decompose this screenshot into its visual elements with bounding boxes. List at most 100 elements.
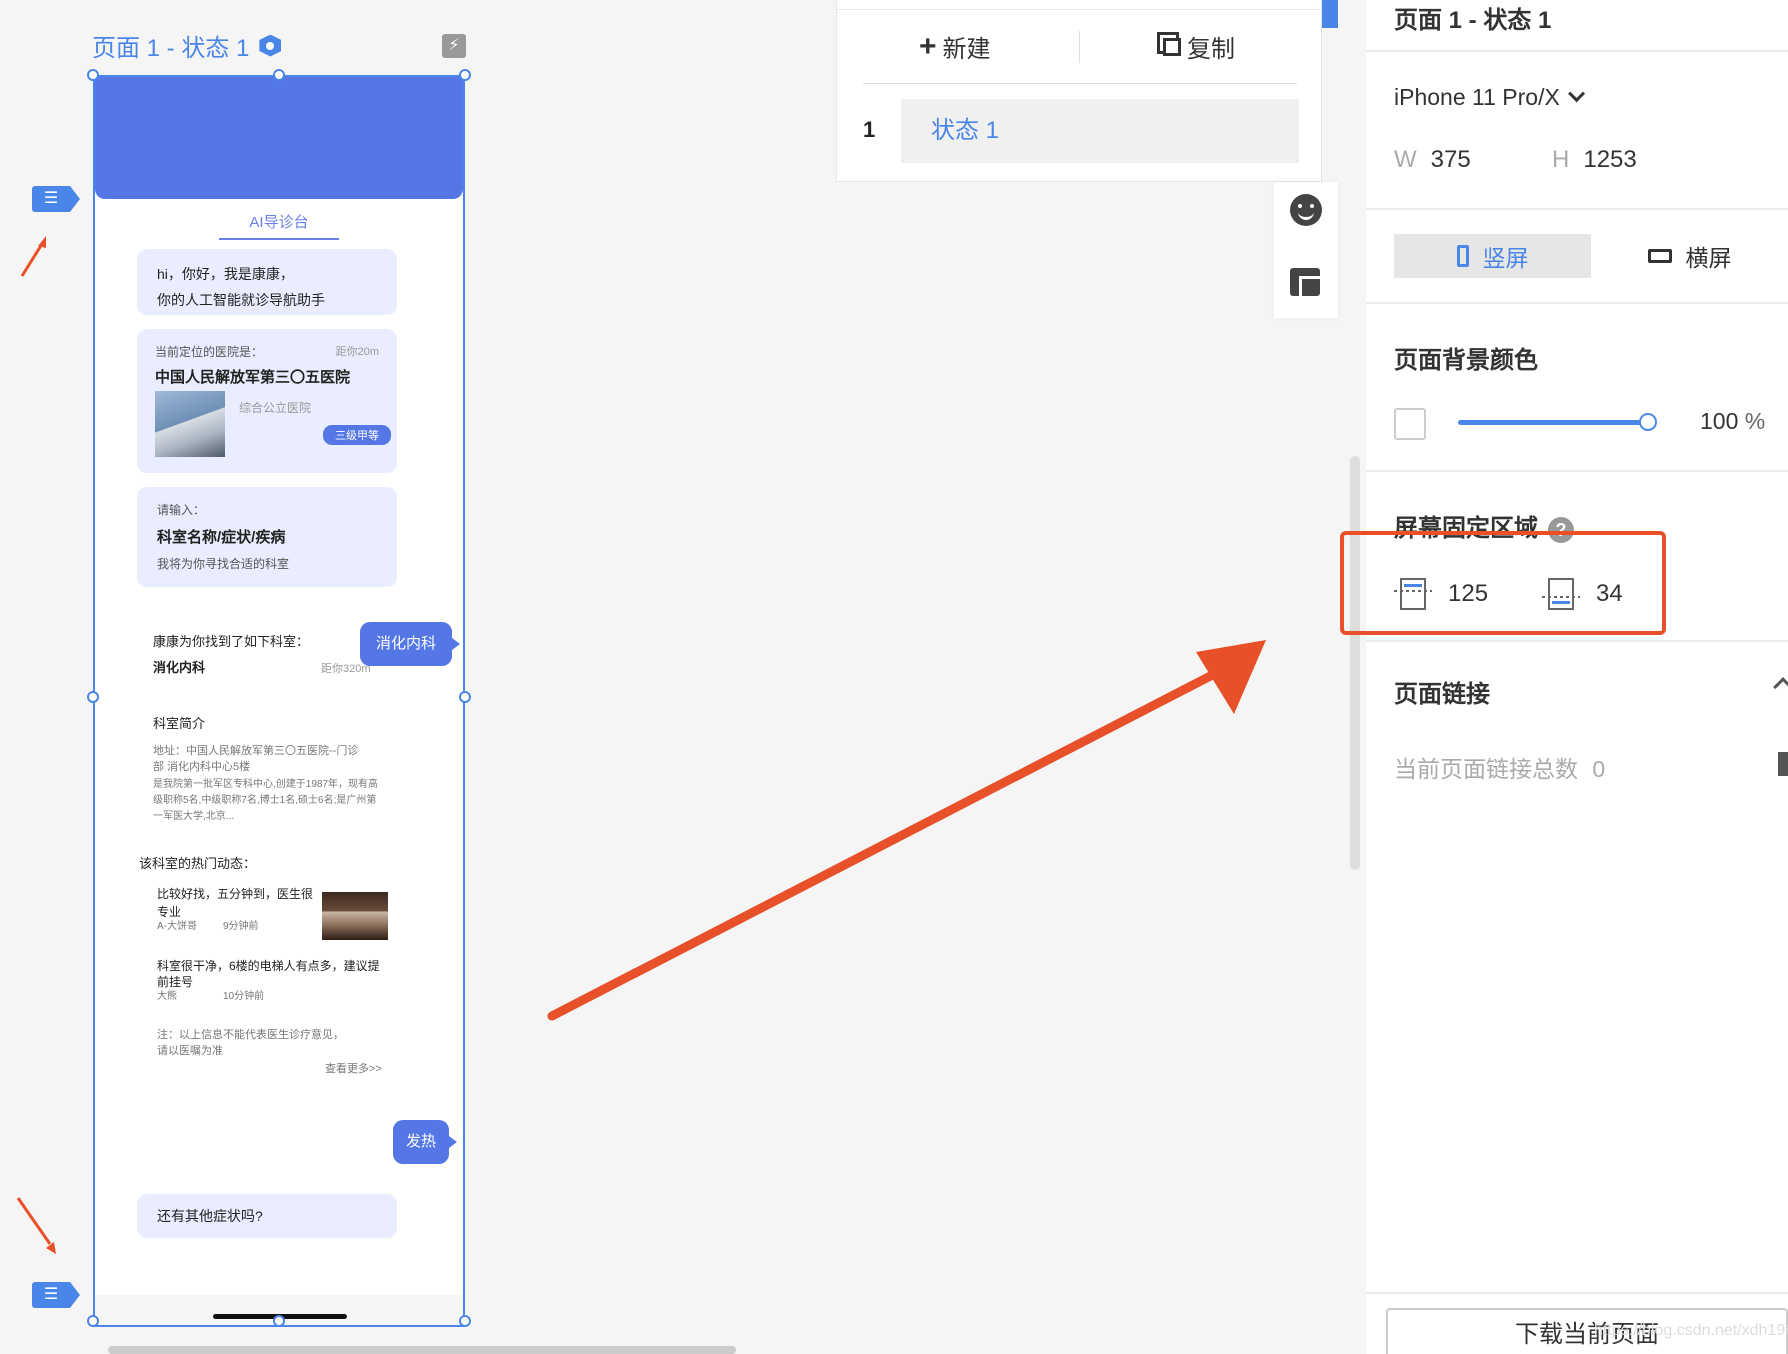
fixed-top-marker[interactable]: ☰ <box>32 186 80 212</box>
portrait-icon <box>1456 245 1469 267</box>
hospital-card[interactable]: 当前定位的医院是： 距你20m 中国人民解放军第三〇五医院 综合公立医院 三级甲… <box>137 329 397 473</box>
resize-handle[interactable] <box>273 69 285 81</box>
hospital-photo <box>155 391 225 457</box>
input-prompt-bubble: 请输入： 科室名称/症状/疾病 我将为你寻找合适的科室 <box>137 487 397 587</box>
divider <box>1366 50 1788 52</box>
review-2-time: 10分钟前 <box>223 991 265 1002</box>
links-count-label: 当前页面链接总数 <box>1394 756 1578 782</box>
review-2-line-2: 前挂号 <box>157 975 194 989</box>
annotation-arrow <box>547 640 1266 1021</box>
hospital-name: 中国人民解放军第三〇五医院 <box>155 369 351 386</box>
review-1-author: A-大饼哥 <box>157 921 197 932</box>
greeting-line-2: 你的人工智能就诊导航助手 <box>157 292 325 308</box>
lightning-icon[interactable]: ⚡ <box>442 34 466 58</box>
bg-color-title: 页面背景颜色 <box>1394 347 1538 374</box>
links-count-row: 当前页面链接总数 0 <box>1394 750 1605 784</box>
opacity-number: 100 <box>1700 408 1739 434</box>
resize-handle[interactable] <box>459 69 471 81</box>
fixed-bottom-marker[interactable]: ☰ <box>32 1282 80 1308</box>
phone-header-block <box>95 77 463 199</box>
tool-strip <box>1274 182 1338 318</box>
page-links-title: 页面链接 <box>1394 681 1490 708</box>
annotation-arrow-up <box>20 236 46 277</box>
user-reply-bubble: 消化内科 <box>360 622 460 666</box>
user-reply-bubble: 发热 <box>393 1120 457 1164</box>
divider <box>1366 302 1788 304</box>
watermark-text: https://blog.csdn.net/xdh19940602 <box>1594 1322 1788 1339</box>
divider <box>837 9 1321 10</box>
input-prompt-sub: 我将为你寻找合适的科室 <box>157 557 290 571</box>
review-1-photo <box>322 892 388 940</box>
review-1-time: 9分钟前 <box>223 921 259 932</box>
opacity-unit: % <box>1744 408 1766 434</box>
opacity-value[interactable]: 100 % <box>1700 408 1765 435</box>
portrait-tab[interactable]: 竖屏 <box>1394 234 1591 278</box>
opacity-slider-track[interactable] <box>1458 420 1648 425</box>
divider <box>1366 208 1788 210</box>
smiley-icon[interactable] <box>1290 194 1322 226</box>
greeting-bubble: hi，你好，我是康康， 你的人工智能就诊导航助手 <box>137 249 397 315</box>
bg-color-swatch[interactable] <box>1394 408 1426 440</box>
layout-table-icon[interactable] <box>1290 268 1320 296</box>
hexagon-settings-icon[interactable] <box>259 34 282 57</box>
hospital-type: 综合公立医院 <box>239 401 312 415</box>
new-state-button[interactable]: + 新建 <box>919 29 991 64</box>
review-2-line-1: 科室很干净，6楼的电梯人有点多，建议提 <box>157 959 380 973</box>
orientation-toggle: 竖屏 横屏 <box>1394 234 1788 278</box>
review-2-author: 大熊 <box>157 991 177 1002</box>
dept-distance: 距你320m <box>321 663 371 675</box>
new-state-label: 新建 <box>942 36 991 63</box>
trash-icon[interactable] <box>1778 752 1788 776</box>
panel-title: 页面 1 - 状态 1 <box>1394 7 1552 34</box>
hospital-label: 当前定位的医院是： <box>155 345 264 359</box>
copy-state-button[interactable]: 复制 <box>1163 29 1235 64</box>
state-item[interactable]: 状态 1 <box>901 99 1299 163</box>
resize-handle[interactable] <box>87 1315 99 1327</box>
review-1-line-2: 专业 <box>157 905 182 919</box>
divider <box>1079 31 1080 63</box>
opacity-slider-knob[interactable] <box>1639 413 1657 431</box>
disclaimer-line-1: 注：以上信息不能代表医生诊疗意见， <box>157 1029 344 1041</box>
state-panel: + 新建 复制 1 状态 1 <box>836 0 1322 182</box>
device-name: iPhone 11 Pro/X <box>1394 84 1560 110</box>
state-panel-scrollbar[interactable] <box>1322 0 1338 28</box>
disclaimer-line-2: 请以医嘱为准 <box>157 1045 223 1057</box>
dept-intro-title: 科室简介 <box>153 716 206 731</box>
chevron-up-icon[interactable] <box>1773 677 1788 697</box>
vertical-scrollbar[interactable] <box>1350 456 1360 870</box>
input-prompt-hint: 科室名称/症状/疾病 <box>157 529 286 546</box>
greeting-line-1: hi，你好，我是康康， <box>157 266 294 282</box>
resize-handle[interactable] <box>459 691 471 703</box>
divider <box>863 83 1297 84</box>
dept-name: 消化内科 <box>153 660 206 675</box>
width-field[interactable]: W 375 <box>1394 146 1471 174</box>
landscape-tab[interactable]: 横屏 <box>1591 234 1788 278</box>
page-state-label-text: 页面 1 - 状态 1 <box>92 35 250 62</box>
divider <box>1366 470 1788 472</box>
dept-desc-2: 级职称5名,中级职称7名,博士1名,硕士6名;是广州第 <box>153 795 377 806</box>
resize-handle[interactable] <box>273 1315 285 1327</box>
plus-icon: + <box>919 29 937 63</box>
review-1-line-1: 比较好找，五分钟到，医生很 <box>157 887 314 901</box>
resize-handle[interactable] <box>87 69 99 81</box>
resize-handle[interactable] <box>459 1315 471 1327</box>
resize-handle[interactable] <box>87 691 99 703</box>
dept-desc-3: 一军医大学,北京... <box>153 811 235 822</box>
horizontal-scrollbar[interactable] <box>108 1346 736 1354</box>
device-select[interactable]: iPhone 11 Pro/X <box>1394 84 1585 111</box>
height-value: 1253 <box>1583 146 1637 173</box>
copy-icon <box>1163 37 1181 56</box>
ai-triage-tab[interactable]: AI导诊台 <box>219 211 339 240</box>
divider <box>1366 1292 1788 1294</box>
chevron-down-icon <box>1567 84 1585 102</box>
hospital-grade-badge: 三级甲等 <box>323 425 391 445</box>
follow-up-bubble: 还有其他症状吗? <box>137 1194 397 1238</box>
landscape-icon <box>1647 249 1672 263</box>
page-state-label[interactable]: 页面 1 - 状态 1 <box>92 28 282 63</box>
see-more-link[interactable]: 查看更多>> <box>325 1061 382 1077</box>
copy-state-label: 复制 <box>1187 36 1235 63</box>
links-count-value: 0 <box>1592 756 1606 782</box>
height-field[interactable]: H 1253 <box>1552 146 1637 174</box>
phone-artboard[interactable]: AI导诊台 hi，你好，我是康康， 你的人工智能就诊导航助手 当前定位的医院是：… <box>87 69 471 1327</box>
dept-found-label: 康康为你找到了如下科室： <box>153 634 310 649</box>
